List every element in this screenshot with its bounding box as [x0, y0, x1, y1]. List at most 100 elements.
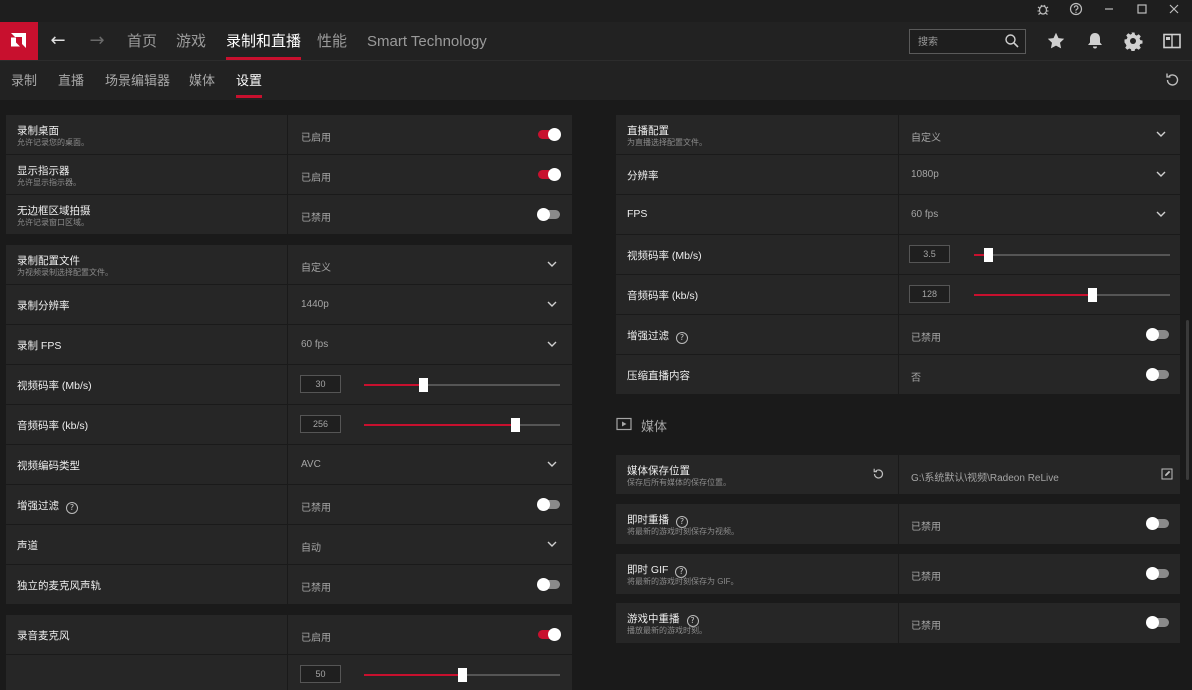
- subtab-record[interactable]: 录制: [11, 61, 37, 100]
- forward-arrow-icon[interactable]: →: [86, 30, 108, 52]
- setting-value: 已禁用: [911, 333, 941, 344]
- help-icon[interactable]: ?: [676, 332, 688, 344]
- setting-title: 视频编码类型: [17, 460, 80, 472]
- video-bitrate-slider[interactable]: [364, 378, 560, 392]
- stream-video-bitrate-slider[interactable]: [974, 248, 1170, 262]
- mic-volume-input[interactable]: 50: [300, 665, 341, 683]
- tab-record-stream[interactable]: 录制和直播: [226, 22, 302, 60]
- setting-row-in-game-replay: 游戏中重播? 播放最新的游戏时刻。 已禁用: [616, 603, 1180, 643]
- subtab-media[interactable]: 媒体: [189, 61, 215, 100]
- setting-row-video-bitrate: 视频码率 (Mb/s) 30: [6, 365, 572, 404]
- subtab-settings[interactable]: 设置: [236, 61, 263, 100]
- setting-row-video-encoding[interactable]: 视频编码类型 AVC: [6, 445, 572, 484]
- video-bitrate-input[interactable]: 30: [300, 375, 341, 393]
- search-input[interactable]: [918, 34, 1003, 50]
- show-indicator-toggle[interactable]: [538, 168, 561, 181]
- setting-title: 视频码率 (Mb/s): [17, 380, 92, 392]
- setting-row-stream-fps[interactable]: FPS 60 fps: [616, 195, 1180, 234]
- subtab-stream[interactable]: 直播: [58, 61, 84, 100]
- maximize-icon[interactable]: [1131, 2, 1153, 20]
- gear-icon[interactable]: [1123, 31, 1143, 51]
- stream-enhanced-filter-toggle[interactable]: [1146, 328, 1169, 341]
- setting-title: 增强过滤: [17, 500, 59, 512]
- record-mic-toggle[interactable]: [538, 628, 561, 641]
- setting-row-record-profile[interactable]: 录制配置文件 为视频录制选择配置文件。 自定义: [6, 245, 572, 284]
- compress-stream-toggle[interactable]: [1146, 368, 1169, 381]
- stream-video-bitrate-input[interactable]: 3.5: [909, 245, 950, 263]
- setting-desc: 将最新的游戏时刻保存为 GIF。: [627, 577, 739, 586]
- setting-desc: 为视频录制选择配置文件。: [17, 268, 113, 277]
- search-icon[interactable]: [1004, 33, 1020, 49]
- setting-value: 已启用: [301, 133, 331, 144]
- setting-row-stream-audio-bitrate: 音频码率 (kb/s) 128: [616, 275, 1180, 314]
- chevron-down-icon[interactable]: [1155, 128, 1167, 140]
- chevron-down-icon[interactable]: [1155, 208, 1167, 220]
- setting-row-stream-video-bitrate: 视频码率 (Mb/s) 3.5: [616, 235, 1180, 274]
- chevron-down-icon[interactable]: [546, 298, 558, 310]
- back-arrow-icon[interactable]: ←: [47, 30, 69, 52]
- subtab-scene-editor[interactable]: 场景编辑器: [105, 61, 170, 100]
- setting-title: 声道: [17, 540, 38, 552]
- setting-value: 已禁用: [301, 503, 331, 514]
- setting-row-stream-resolution[interactable]: 分辨率 1080p: [616, 155, 1180, 194]
- search-box[interactable]: [909, 29, 1026, 54]
- enhanced-filter-toggle[interactable]: [537, 498, 560, 511]
- bell-icon[interactable]: [1085, 31, 1105, 51]
- scrollbar[interactable]: [1186, 320, 1189, 480]
- setting-title: 录音麦克风: [17, 630, 70, 642]
- star-icon[interactable]: [1046, 31, 1066, 51]
- instant-gif-toggle[interactable]: [1146, 567, 1169, 580]
- edit-icon[interactable]: [1161, 468, 1173, 480]
- media-section-title: 媒体: [641, 419, 668, 434]
- layout-icon[interactable]: [1162, 31, 1182, 51]
- instant-replay-toggle[interactable]: [1146, 517, 1169, 530]
- tab-games[interactable]: 游戏: [176, 22, 206, 60]
- setting-row-audio-channel[interactable]: 声道 自动: [6, 525, 572, 564]
- minimize-icon[interactable]: [1098, 2, 1120, 20]
- setting-value: 1440p: [301, 299, 329, 310]
- tab-smart-technology[interactable]: Smart Technology: [367, 22, 487, 60]
- setting-row-record-resolution[interactable]: 录制分辨率 1440p: [6, 285, 572, 324]
- setting-row-record-fps[interactable]: 录制 FPS 60 fps: [6, 325, 572, 364]
- chevron-down-icon[interactable]: [546, 458, 558, 470]
- reset-icon[interactable]: [871, 467, 885, 481]
- help-icon[interactable]: [1065, 2, 1087, 20]
- setting-title: 录制 FPS: [17, 340, 62, 352]
- settings-content: 录制桌面 允许记录您的桌面。 已启用 显示指示器 允许显示指示器。 已启用 无边…: [0, 100, 1192, 690]
- tab-performance[interactable]: 性能: [317, 22, 347, 60]
- chevron-down-icon[interactable]: [546, 338, 558, 350]
- setting-value: 已禁用: [911, 522, 941, 533]
- setting-title: 分辨率: [627, 170, 659, 182]
- chevron-down-icon[interactable]: [546, 258, 558, 270]
- close-icon[interactable]: [1163, 2, 1185, 20]
- record-desktop-toggle[interactable]: [538, 128, 561, 141]
- tab-home[interactable]: 首页: [127, 22, 157, 60]
- amd-logo[interactable]: [0, 22, 38, 60]
- bug-icon[interactable]: [1032, 2, 1054, 20]
- setting-value: 已禁用: [301, 213, 331, 224]
- reset-icon[interactable]: [1163, 71, 1181, 89]
- stream-audio-bitrate-input[interactable]: 128: [909, 285, 950, 303]
- mic-volume-slider[interactable]: [364, 668, 560, 682]
- setting-title: FPS: [627, 208, 648, 220]
- chevron-down-icon[interactable]: [546, 538, 558, 550]
- audio-bitrate-slider[interactable]: [364, 418, 560, 432]
- setting-title: 压缩直播内容: [627, 370, 690, 382]
- media-location-path: G:\系统默认\视频\Radeon ReLive: [911, 473, 1059, 484]
- chevron-down-icon[interactable]: [1155, 168, 1167, 180]
- stream-audio-bitrate-slider[interactable]: [974, 288, 1170, 302]
- audio-bitrate-input[interactable]: 256: [300, 415, 341, 433]
- setting-row-stream-profile[interactable]: 直播配置 为直播选择配置文件。 自定义: [616, 115, 1180, 154]
- media-icon: [616, 417, 632, 431]
- setting-value: 60 fps: [301, 339, 329, 350]
- setting-value: 60 fps: [911, 209, 939, 220]
- setting-row-borderless-capture: 无边框区域拍摄 允许记录窗口区域。 已禁用: [6, 195, 572, 234]
- setting-row-mic-volume: 50: [6, 655, 572, 690]
- borderless-capture-toggle[interactable]: [537, 208, 560, 221]
- setting-row-separate-mic-track: 独立的麦克风声轨 已禁用: [6, 565, 572, 604]
- help-icon[interactable]: ?: [66, 502, 78, 514]
- setting-value: 已启用: [301, 633, 331, 644]
- separate-mic-track-toggle[interactable]: [537, 578, 560, 591]
- in-game-replay-toggle[interactable]: [1146, 616, 1169, 629]
- setting-value: AVC: [301, 459, 321, 470]
